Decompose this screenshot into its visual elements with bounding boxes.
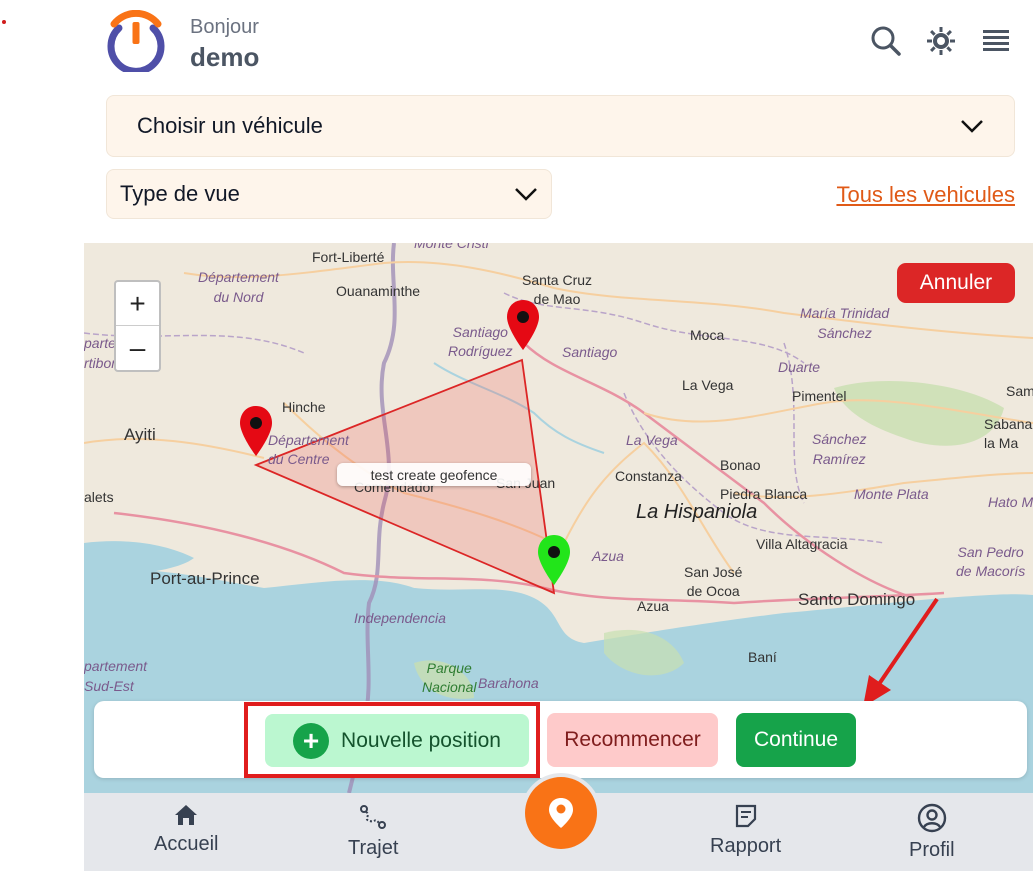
annotation-arrow-icon <box>863 597 939 707</box>
search-icon[interactable] <box>869 24 903 58</box>
map-label-santiago: Santiago <box>562 344 618 360</box>
map-label-constanza: Constanza <box>615 468 682 484</box>
zoom-control: + – <box>114 280 161 372</box>
home-icon <box>175 805 198 825</box>
map-label-hinche: Hinche <box>282 399 326 415</box>
map-label-bani: Baní <box>748 649 777 665</box>
map-label-san-pedro: San Pedro de Macorís <box>956 544 1026 579</box>
route-icon <box>360 805 387 829</box>
zoom-in-button[interactable]: + <box>116 282 159 326</box>
username-text: demo <box>190 42 260 72</box>
active-marker-pin-icon[interactable] <box>536 533 572 587</box>
nav-item-trip[interactable]: Trajet <box>348 803 398 860</box>
report-icon <box>735 804 756 828</box>
nav-item-report[interactable]: Rapport <box>710 803 781 858</box>
location-pin-icon <box>549 798 573 828</box>
map-label-santiago-rodriguez: Santiago Rodríguez <box>448 324 513 359</box>
map-label-hato-ma: Hato Ma <box>988 494 1033 510</box>
nav-label-trip: Trajet <box>348 837 399 859</box>
app-header: Bonjour demo <box>84 0 1033 90</box>
map-label-sam: Sam <box>1006 383 1033 399</box>
map-label-dept-centre: Département du Centre <box>268 432 349 467</box>
map-label-dept-nord: Département du Nord <box>198 269 279 305</box>
map-label-la-vega-city: La Vega <box>682 377 734 393</box>
continue-button[interactable]: Continue <box>736 713 856 767</box>
map-label-barahona: Barahona <box>478 675 539 691</box>
map-label-duarte: Duarte <box>778 359 821 375</box>
view-type-select-label: Type de vue <box>120 181 240 206</box>
bottom-navigation: Accueil Trajet Rapport Profil <box>84 777 1033 871</box>
map-label-port-au-prince: Port-au-Prince <box>150 569 260 588</box>
new-position-button[interactable]: + Nouvelle position <box>265 714 529 767</box>
geofence-tooltip: test create geofence <box>337 463 531 486</box>
app-logo <box>107 10 165 72</box>
view-type-select[interactable]: Type de vue <box>106 169 552 219</box>
map-label-sabana: Sabana la Ma <box>984 416 1033 451</box>
chevron-down-icon <box>961 120 983 133</box>
nav-label-report: Rapport <box>710 835 782 857</box>
vehicle-select[interactable]: Choisir un véhicule <box>106 95 1015 157</box>
map-label-parque-nacional: Parque Nacional <box>422 660 477 695</box>
map-label-pimentel: Pimentel <box>792 388 847 404</box>
map-label-sanchez-ramirez: Sánchez Ramírez <box>812 431 867 467</box>
map-label-salets: alets <box>84 489 114 505</box>
map-label-azua: Azua <box>592 548 624 564</box>
map-label-villa-altagracia: Villa Altagracia <box>756 536 848 552</box>
nav-item-home[interactable]: Accueil <box>154 803 218 856</box>
red-dot-marker <box>2 20 6 24</box>
map-label-independencia: Independencia <box>354 610 446 626</box>
map-label-piedra-blanca: Piedra Blanca <box>720 486 808 502</box>
map-label-la-hispaniola: La Hispaniola <box>636 501 758 523</box>
cancel-button[interactable]: Annuler <box>897 263 1015 303</box>
map-label-bonao: Bonao <box>720 457 761 473</box>
map-label-azua-city: Azua <box>637 598 669 614</box>
greeting-text: Bonjour <box>190 16 259 38</box>
profile-icon <box>917 803 946 833</box>
restart-button[interactable]: Recommencer <box>547 713 718 767</box>
map-label-san-jose-ocoa: San José de Ocoa <box>684 564 743 599</box>
brightness-icon[interactable] <box>924 24 958 58</box>
map-label-monte-cristi: Monte Cristi <box>414 243 489 251</box>
plus-circle-icon: + <box>293 722 330 759</box>
map-label-maria-trinidad: María Trinidad Sánchez <box>800 305 890 341</box>
all-vehicles-link[interactable]: Tous les vehicules <box>836 182 1015 208</box>
map-label-moca: Moca <box>690 327 725 343</box>
map-label-la-vega: La Vega <box>626 432 678 448</box>
marker-pin-icon[interactable] <box>238 404 274 458</box>
chevron-down-icon <box>515 188 537 201</box>
nav-label-profile: Profil <box>909 839 955 861</box>
nav-item-profile[interactable]: Profil <box>909 803 955 862</box>
nav-label-home: Accueil <box>154 833 219 855</box>
map-label-ouanaminthe: Ouanaminthe <box>336 283 421 299</box>
marker-pin-icon[interactable] <box>505 298 541 352</box>
vehicle-select-label: Choisir un véhicule <box>137 113 323 138</box>
map-label-ayiti: Ayiti <box>124 425 156 444</box>
map-label-monte-plata: Monte Plata <box>854 486 929 502</box>
menu-icon[interactable] <box>979 24 1013 58</box>
map-location-button[interactable] <box>525 777 597 849</box>
new-position-label: Nouvelle position <box>341 728 501 752</box>
map-label-fort-liberte: Fort-Liberté <box>312 249 385 265</box>
map-label-dept-sud-est: partement Sud-Est <box>84 658 148 694</box>
zoom-out-button[interactable]: – <box>116 326 159 370</box>
